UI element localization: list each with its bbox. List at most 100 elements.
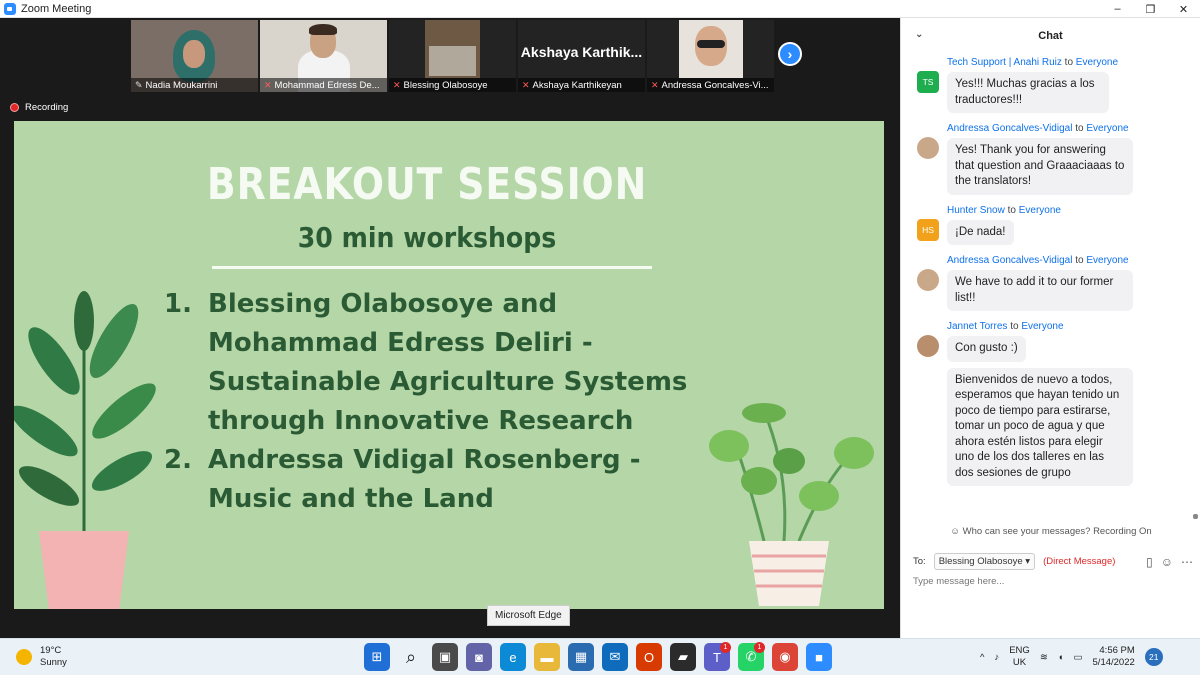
chat-input[interactable]: Type message here... [913,576,1183,587]
slide-divider [212,266,652,269]
message-bubble[interactable]: Con gusto :) [947,336,1026,362]
message-sender[interactable]: Tech Support | Anahi Ruiz [947,57,1062,68]
office-icon[interactable]: O [636,643,662,671]
message-bubble[interactable]: Yes!!! Muchas gracias a los traductores!… [947,72,1109,113]
edge-icon[interactable]: e [500,643,526,671]
chat-message: Andressa Goncalves-Vidigal to Everyone Y… [901,122,1193,195]
shared-slide: BREAKOUT SESSION 30 min workshops 1. Ble… [14,121,884,609]
message-bubble[interactable]: Yes! Thank you for answering that questi… [947,138,1133,195]
speaker-icon[interactable]: ◖ [1058,652,1064,663]
participant-tile[interactable]: ✕ Mohammad Edress De... [260,20,387,92]
participant-display-name: Akshaya Karthik... [520,44,643,60]
message-sender[interactable]: Andressa Goncalves-Vidigal [947,255,1072,266]
participant-name-bar: ✕ Mohammad Edress De... [260,78,387,92]
chevron-down-icon[interactable]: ⌄ [915,29,923,40]
chat-panel: ⌄ Chat Tech Support | Anahi Ruiz to Ever… [900,18,1200,638]
window-title: Zoom Meeting [21,2,92,15]
message-sender[interactable]: Jannet Torres [947,321,1007,332]
participant-tile[interactable]: ✎ Nadia Moukarrini [131,20,258,92]
participant-name-bar: ✕ Akshaya Karthikeyan [518,78,645,92]
people-icon: ☺ [950,526,960,537]
message-to-word: to [1064,57,1074,68]
more-icon[interactable]: ⋯ [1181,555,1193,569]
to-label: To: [913,556,926,567]
teams-icon[interactable]: T1 [704,642,731,671]
message-visibility-link[interactable]: ☺ Who can see your messages? Recording O… [901,526,1200,537]
zoom-icon[interactable]: ■ [806,643,832,671]
workshop-item: 2. Andressa Vidigal Rosenberg - Music an… [164,441,724,519]
mic-icon[interactable]: ♪ [994,652,999,663]
recipient-select[interactable]: Blessing Olabosoye ▾ [933,553,1036,570]
sun-icon [16,649,32,665]
chat-scrollbar[interactable] [1193,58,1198,519]
participant-name-bar: ✎ Nadia Moukarrini [131,78,258,92]
message-header: Andressa Goncalves-Vidigal to Everyone [947,254,1193,268]
file-explorer-icon[interactable]: ▬ [534,643,560,671]
notifications-badge[interactable]: 21 [1144,648,1163,666]
search-icon[interactable]: ⌕ [398,643,424,671]
whatsapp-icon[interactable]: ✆ 1 [738,642,765,671]
video-area: ✎ Nadia Moukarrini ✕ Mohammad Edress De...… [0,18,900,638]
recipient-row: To: Blessing Olabosoye ▾ (Direct Message… [913,553,1193,570]
participant-face [183,40,205,68]
chat-message: Andressa Goncalves-Vidigal to Everyone W… [901,254,1193,311]
chat-header: ⌄ Chat [901,18,1200,54]
message-bubble[interactable]: Bienvenidos de nuevo a todos, esperamos … [947,367,1133,486]
participant-tile[interactable]: ✕ Andressa Goncalves-Vi... [647,20,774,92]
mic-muted-icon: ✕ [393,79,401,90]
tray-chevron-icon[interactable]: ^ [980,652,984,663]
plant-illustration-left [14,291,156,609]
workshop-text: Andressa Vidigal Rosenberg - Music and t… [208,445,641,514]
participant-hair [309,24,337,35]
chat-messages[interactable]: Tech Support | Anahi Ruiz to Everyone TS… [901,56,1193,526]
participant-tile[interactable]: Akshaya Karthik... ✕ Akshaya Karthikeyan [518,20,645,92]
message-bubble[interactable]: We have to add it to our former list!! [947,270,1133,311]
weather-temp: 19°C [40,645,62,656]
next-page-button[interactable]: › [778,42,802,66]
weather-condition: Sunny [40,657,67,668]
avatar [917,137,939,159]
battery-icon[interactable]: ▭ [1074,652,1083,663]
start-icon[interactable]: ⊞ [364,643,390,671]
file-icon[interactable]: ▯ [1146,555,1153,569]
window-controls: – ❐ ✕ [1101,0,1200,18]
mic-muted-icon: ✕ [651,79,659,90]
scrollbar-thumb[interactable] [1193,514,1198,519]
chat-title: Chat [1038,30,1063,42]
workshop-list: 1. Blessing Olabosoye and Mohammad Edres… [164,285,724,519]
chrome-icon[interactable]: ◉ [772,643,798,671]
message-header: Andressa Goncalves-Vidigal to Everyone [947,122,1193,136]
task-view-icon[interactable]: ▣ [432,643,458,671]
participant-tile[interactable]: ✕ Blessing Olabosoye [389,20,516,92]
message-to-word: to [1010,321,1019,332]
message-sender[interactable]: Hunter Snow [947,205,1005,216]
weather-text: 19°C Sunny [40,645,67,669]
clock[interactable]: 4:56 PM 5/14/2022 [1093,645,1135,669]
participant-name-bar: ✕ Andressa Goncalves-Vi... [647,78,774,92]
visibility-text: Who can see your messages? Recording On [962,526,1152,537]
emoji-icon[interactable]: ☺ [1161,555,1173,569]
recording-label: Recording [25,102,69,113]
wifi-icon[interactable]: ≋ [1040,652,1048,663]
message-bubble[interactable]: ¡De nada! [947,219,1014,245]
participant-name: Akshaya Karthikeyan [532,79,622,91]
message-sender[interactable]: Andressa Goncalves-Vidigal [947,123,1072,134]
mail-icon[interactable]: ✉ [602,643,628,671]
maximize-button[interactable]: ❐ [1134,0,1167,18]
zoom-app-icon [4,2,16,15]
weather-widget[interactable]: 19°C Sunny [16,645,67,669]
close-button[interactable]: ✕ [1167,0,1200,18]
participant-name: Mohammad Edress De... [274,79,380,91]
sticky-notes-icon[interactable]: ▰ [670,643,696,671]
language-indicator[interactable]: ENG UK [1009,645,1030,669]
message-recipient: Everyone [1086,255,1129,266]
sunglasses [697,40,725,48]
message-header: Hunter Snow to Everyone [947,204,1193,218]
message-to-word: to [1075,255,1084,266]
mic-muted-icon: ✕ [522,79,530,90]
minimize-button[interactable]: – [1101,0,1134,18]
recipient-name: Blessing Olabosoye [938,556,1023,567]
chat-message: Hunter Snow to Everyone HS ¡De nada! [901,204,1193,245]
teams-chat-icon[interactable]: ◙ [466,643,492,671]
store-icon[interactable]: ▦ [568,643,594,671]
